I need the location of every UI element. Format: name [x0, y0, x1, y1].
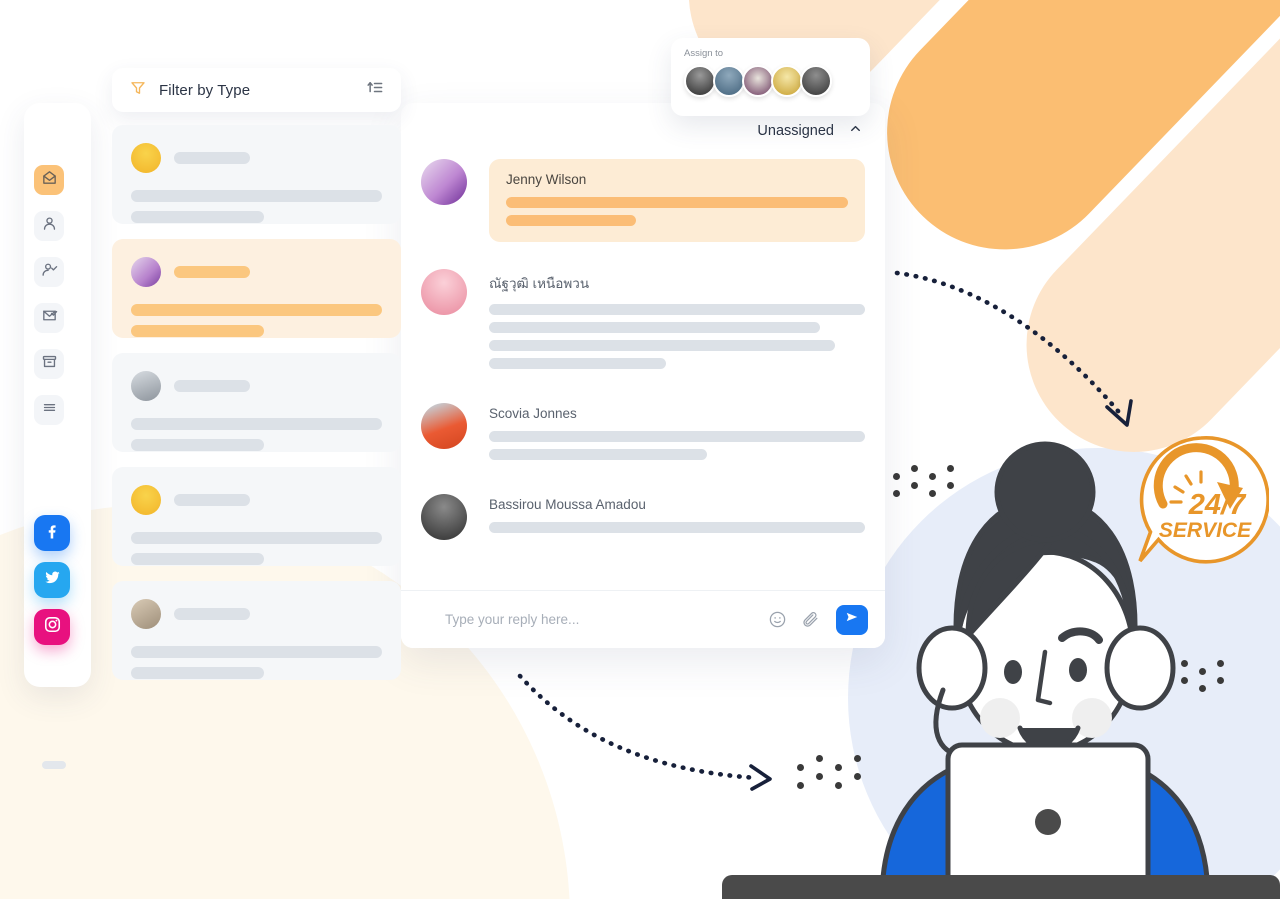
assign-to-popup: Assign to	[671, 38, 870, 116]
preview-line-2	[131, 211, 265, 223]
sort-ascending-icon[interactable]	[365, 78, 384, 102]
preview-line-2	[131, 325, 265, 337]
list-item-header	[131, 257, 382, 287]
user-check-icon	[41, 261, 58, 283]
preview-line-2	[131, 439, 265, 451]
list-item[interactable]	[112, 125, 401, 224]
message-line	[506, 215, 636, 226]
message-line	[489, 340, 835, 351]
sidebar-item-resolved[interactable]	[34, 303, 64, 333]
assignee-avatar[interactable]	[684, 65, 716, 97]
list-item[interactable]	[112, 581, 401, 680]
list-item-header	[131, 599, 382, 629]
message-bubble-highlighted: Jenny Wilson	[489, 159, 865, 242]
archive-icon	[41, 353, 58, 375]
channel-instagram[interactable]	[34, 609, 70, 645]
instagram-icon	[43, 615, 62, 639]
message-row: Jenny Wilson	[421, 159, 865, 242]
sidebar-footer-stub	[42, 761, 66, 769]
avatar	[131, 599, 161, 629]
avatar	[421, 159, 467, 205]
preview-line-1	[131, 646, 382, 658]
message-row: ณัฐวุฒิ เหนือพวน	[421, 269, 865, 376]
assignee-avatar-row	[684, 65, 857, 97]
app-sidebar	[24, 103, 91, 769]
message-line	[489, 322, 820, 333]
list-item-header	[131, 371, 382, 401]
list-item[interactable]	[112, 353, 401, 452]
funnel-icon[interactable]	[129, 79, 147, 102]
sidebar-item-assign-user[interactable]	[34, 257, 64, 287]
message-line	[489, 358, 666, 369]
assignee-avatar[interactable]	[713, 65, 745, 97]
message-content: ณัฐวุฒิ เหนือพวน	[489, 269, 865, 376]
message-line	[506, 197, 848, 208]
badge-line-2: SERVICE	[1159, 519, 1252, 542]
twitter-icon	[43, 568, 62, 592]
avatar	[421, 494, 467, 540]
badge-line-1: 24/7	[1188, 489, 1247, 521]
preview-line-1	[131, 190, 382, 202]
sidebar-item-contacts[interactable]	[34, 211, 64, 241]
name-placeholder	[174, 380, 250, 392]
avatar	[131, 371, 161, 401]
avatar	[131, 143, 161, 173]
assignee-avatar[interactable]	[771, 65, 803, 97]
preview-line-1	[131, 532, 382, 544]
message-line	[489, 449, 708, 460]
preview-line-1	[131, 304, 382, 316]
list-item-header	[131, 143, 382, 173]
name-placeholder	[174, 608, 250, 620]
open-envelope-icon	[41, 169, 58, 191]
assignee-avatar[interactable]	[800, 65, 832, 97]
message-line	[489, 304, 865, 315]
sidebar-item-archive[interactable]	[34, 349, 64, 379]
illustration-stage: 24/7 SERVICE Filter by Type Unassigned J…	[0, 0, 1280, 902]
service-badge-24-7: 24/7 SERVICE	[1133, 432, 1270, 573]
assign-to-label: Assign to	[684, 48, 724, 59]
facebook-icon	[42, 521, 62, 546]
assignment-status: Unassigned	[757, 123, 834, 139]
name-placeholder	[174, 266, 250, 278]
filter-bar-title: Filter by Type	[159, 81, 251, 99]
avatar	[421, 269, 467, 315]
message-sender: ณัฐวุฒิ เหนือพวน	[489, 276, 590, 291]
filter-bar: Filter by Type	[112, 68, 401, 112]
avatar	[421, 403, 467, 449]
name-placeholder	[174, 494, 250, 506]
message-sender: Jenny Wilson	[506, 172, 587, 187]
conversation-list-panel: Filter by Type	[112, 68, 401, 688]
conversation-items	[112, 125, 401, 695]
assignee-avatar[interactable]	[742, 65, 774, 97]
sidebar-item-all-messages[interactable]	[34, 395, 64, 425]
envelope-check-icon	[41, 307, 58, 329]
name-placeholder	[174, 152, 250, 164]
list-item-header	[131, 485, 382, 515]
chevron-up-icon[interactable]	[848, 121, 863, 141]
channel-facebook[interactable]	[34, 515, 70, 551]
user-icon	[41, 215, 58, 237]
sidebar-nav	[34, 165, 64, 441]
preview-line-2	[131, 553, 265, 565]
preview-line-1	[131, 418, 382, 430]
desk-surface	[722, 875, 1280, 899]
avatar	[131, 485, 161, 515]
list-item[interactable]	[112, 467, 401, 566]
sidebar-item-inbox-open[interactable]	[34, 165, 64, 195]
avatar	[131, 257, 161, 287]
preview-line-2	[131, 667, 265, 679]
channel-twitter[interactable]	[34, 562, 70, 598]
list-item[interactable]	[112, 239, 401, 338]
list-icon	[41, 399, 58, 421]
sidebar-channels	[34, 515, 70, 656]
